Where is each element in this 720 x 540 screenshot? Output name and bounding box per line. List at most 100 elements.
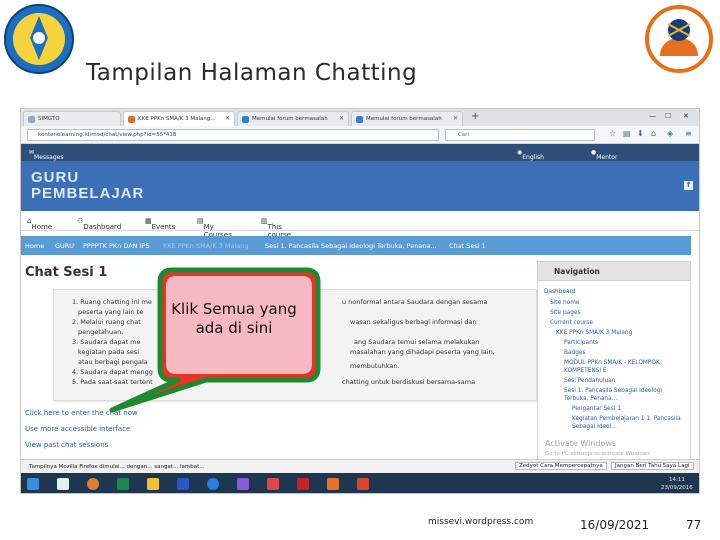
nav-item[interactable]: Terbuka, Penana...	[564, 396, 617, 402]
pppptk-pkn-ips-logo	[645, 5, 713, 73]
accessible-interface-link[interactable]: Use more accessible interface	[25, 425, 130, 433]
instruction-line: atau berbagi pengala	[78, 358, 148, 366]
ie-icon[interactable]	[207, 478, 219, 490]
menu-icon[interactable]: ≡	[685, 129, 692, 138]
dont-tell-again-button[interactable]: Jangan Beri Tahu Saya Lagi	[611, 462, 694, 470]
close-tab-icon[interactable]: ✕	[225, 115, 230, 122]
instruction-line: masalahan yang dihadapi peserta yang lai…	[350, 348, 495, 356]
tab-favicon	[128, 116, 135, 123]
search-placeholder: Cari	[458, 132, 469, 138]
nav-item[interactable]: Sesi 1. Pancasila Sebagai Ideologi	[564, 388, 662, 394]
app-icon[interactable]	[237, 478, 249, 490]
word-icon[interactable]	[177, 478, 189, 490]
breadcrumb-guru[interactable]: GURU	[55, 242, 74, 250]
navigation-block: Dashboard Site home Site pages Current c…	[537, 281, 691, 461]
tab-label: KKE PPKn SMA/K 3 Malang...	[138, 116, 216, 122]
shield-icon[interactable]: ◈	[667, 129, 673, 138]
user-menu[interactable]: ● Mentor 002 Kelas AA PKNIPS	[591, 149, 618, 189]
bookmarks-icon[interactable]: ▤	[623, 129, 631, 138]
close-window-icon[interactable]: ✕	[683, 112, 689, 120]
menu-events[interactable]: ▦ Events	[145, 217, 175, 231]
messages-link[interactable]: ✉ Messages	[29, 149, 63, 161]
footer-page-number: 77	[686, 518, 702, 532]
site-title-line1: GURU	[31, 169, 80, 186]
breadcrumb-course[interactable]: KKE PPKn SMA/K 3 Malang	[163, 242, 249, 250]
breadcrumb: Home GURU PPPPTK PKn DAN IPS KKE PPKn SM…	[21, 236, 691, 255]
menu-this-course[interactable]: ▥ This course	[261, 217, 291, 239]
taskbar-date: 23/09/2016	[661, 485, 693, 491]
tab-favicon	[356, 116, 363, 123]
excel-icon[interactable]	[117, 478, 129, 490]
instruction-line: peserta yang lain te	[78, 308, 144, 316]
enter-chat-link[interactable]: Click here to enter the chat now	[25, 409, 138, 417]
maximize-icon[interactable]: ☐	[665, 112, 671, 120]
acrobat-icon[interactable]	[297, 478, 309, 490]
tab-forum-2[interactable]: Memulai forum bermasalah ✕	[351, 111, 463, 126]
nav-item[interactable]: Sesi Pendahuluan	[564, 378, 615, 384]
minimize-icon[interactable]: —	[649, 112, 656, 120]
folder-icon[interactable]	[147, 478, 159, 490]
footer-date: 16/09/2021	[580, 518, 650, 532]
nav-item[interactable]: Kegiatan Pembelajaran 1.1. Pancasila	[572, 416, 681, 422]
navigation-block-header[interactable]: Navigation	[537, 261, 691, 281]
slide-title: Tampilan Halaman Chatting	[86, 60, 418, 86]
windows-start-icon[interactable]	[27, 478, 39, 490]
nav-item[interactable]: MODUL PPKn SMA/K - KELOMPOK	[564, 360, 660, 366]
url-bar[interactable]: kontenelearning.id/mod/chat/view.php?id=…	[27, 129, 439, 141]
instruction-line: 1. Ruang chatting ini me	[72, 298, 152, 306]
nav-item[interactable]: Pengantar Sesi 1	[572, 406, 621, 412]
instruction-line: 2. Melalui ruang chat	[72, 318, 141, 326]
taskbar-time: 14:11	[669, 477, 685, 483]
instruction-line: u nonformal antara Saudara dengan sesama	[342, 298, 488, 306]
explorer-icon[interactable]	[57, 478, 69, 490]
breadcrumb-home[interactable]: Home	[25, 242, 44, 250]
tab-label: SIMGTO	[38, 116, 60, 122]
close-tab-icon[interactable]: ✕	[339, 115, 344, 122]
nav-item[interactable]: KKE PPKn SMA/K 3 Malang	[556, 330, 632, 336]
instruction-line: 5. Pada saat-saat tertent	[72, 378, 153, 386]
language-menu[interactable]: ◉ English (en)	[517, 149, 544, 168]
home-icon[interactable]: ⌂	[651, 129, 656, 138]
instruction-line: wasan sekaligus berbagi informasi dan	[350, 318, 477, 326]
tab-kke-ppkn[interactable]: KKE PPKn SMA/K 3 Malang... ✕	[123, 111, 235, 126]
nav-item[interactable]: Site pages	[550, 310, 580, 316]
nav-item[interactable]: Participants	[564, 340, 598, 346]
search-box[interactable]: Cari	[445, 129, 595, 141]
tab-forum-1[interactable]: Memulai forum bermasalah ✕	[237, 111, 349, 126]
facebook-icon[interactable]: f	[684, 181, 693, 190]
tab-label: Memulai forum bermasalah	[366, 116, 442, 122]
nav-item[interactable]: Badges	[564, 350, 585, 356]
firefox-icon[interactable]	[87, 478, 99, 490]
browser-tab-bar: SIMGTO KKE PPKn SMA/K 3 Malang... ✕ Memu…	[21, 109, 699, 126]
nav-item[interactable]: Sebagai Ideol...	[572, 424, 617, 430]
notification-text: Tampilnya Mozilla Firefox dimulai... den…	[29, 464, 205, 470]
speed-up-button[interactable]: Zedyot Cara Mempercepatnya	[515, 462, 607, 470]
menu-dashboard[interactable]: ⚇ Dashboard	[77, 217, 121, 231]
star-icon[interactable]: ☆	[609, 129, 616, 138]
breadcrumb-sesi[interactable]: Sesi 1. Pancasila Sebagai Ideologi Terbu…	[265, 242, 437, 250]
pdf-icon[interactable]	[267, 478, 279, 490]
paint-icon[interactable]	[357, 478, 369, 490]
nav-item[interactable]: KOMPETENSI E	[564, 368, 607, 374]
new-tab-button[interactable]: +	[471, 111, 479, 122]
breadcrumb-pppptk[interactable]: PPPPTK PKn DAN IPS	[83, 242, 150, 250]
powerpoint-icon[interactable]	[327, 478, 339, 490]
download-icon[interactable]: ⬇	[637, 129, 644, 138]
past-sessions-link[interactable]: View past chat sessions	[25, 441, 108, 449]
instruction-line: chatting untuk berdiskusi bersama-sama	[342, 378, 476, 386]
activate-windows-watermark: Activate Windows	[545, 439, 617, 448]
instruction-line: 3. Saudara dapat me	[72, 338, 141, 346]
tab-favicon	[242, 116, 249, 123]
breadcrumb-current: Chat Sesi 1	[449, 242, 486, 250]
menu-home[interactable]: ⌂ Home	[27, 217, 52, 231]
nav-item[interactable]: Site home	[550, 300, 579, 306]
site-banner: GURU PEMBELAJAR f	[21, 161, 699, 211]
nav-item[interactable]: Dashboard	[544, 289, 575, 295]
notification-bar: Tampilnya Mozilla Firefox dimulai... den…	[21, 459, 699, 473]
site-title-line2: PEMBELAJAR	[31, 185, 145, 202]
close-tab-icon[interactable]: ✕	[453, 115, 458, 122]
nav-item[interactable]: Current course	[550, 320, 593, 326]
tab-simgto[interactable]: SIMGTO	[23, 111, 121, 126]
menu-my-courses[interactable]: ▤ My Courses	[197, 217, 232, 239]
instruction-line: 4. Saudara dapat mengg	[72, 368, 153, 376]
